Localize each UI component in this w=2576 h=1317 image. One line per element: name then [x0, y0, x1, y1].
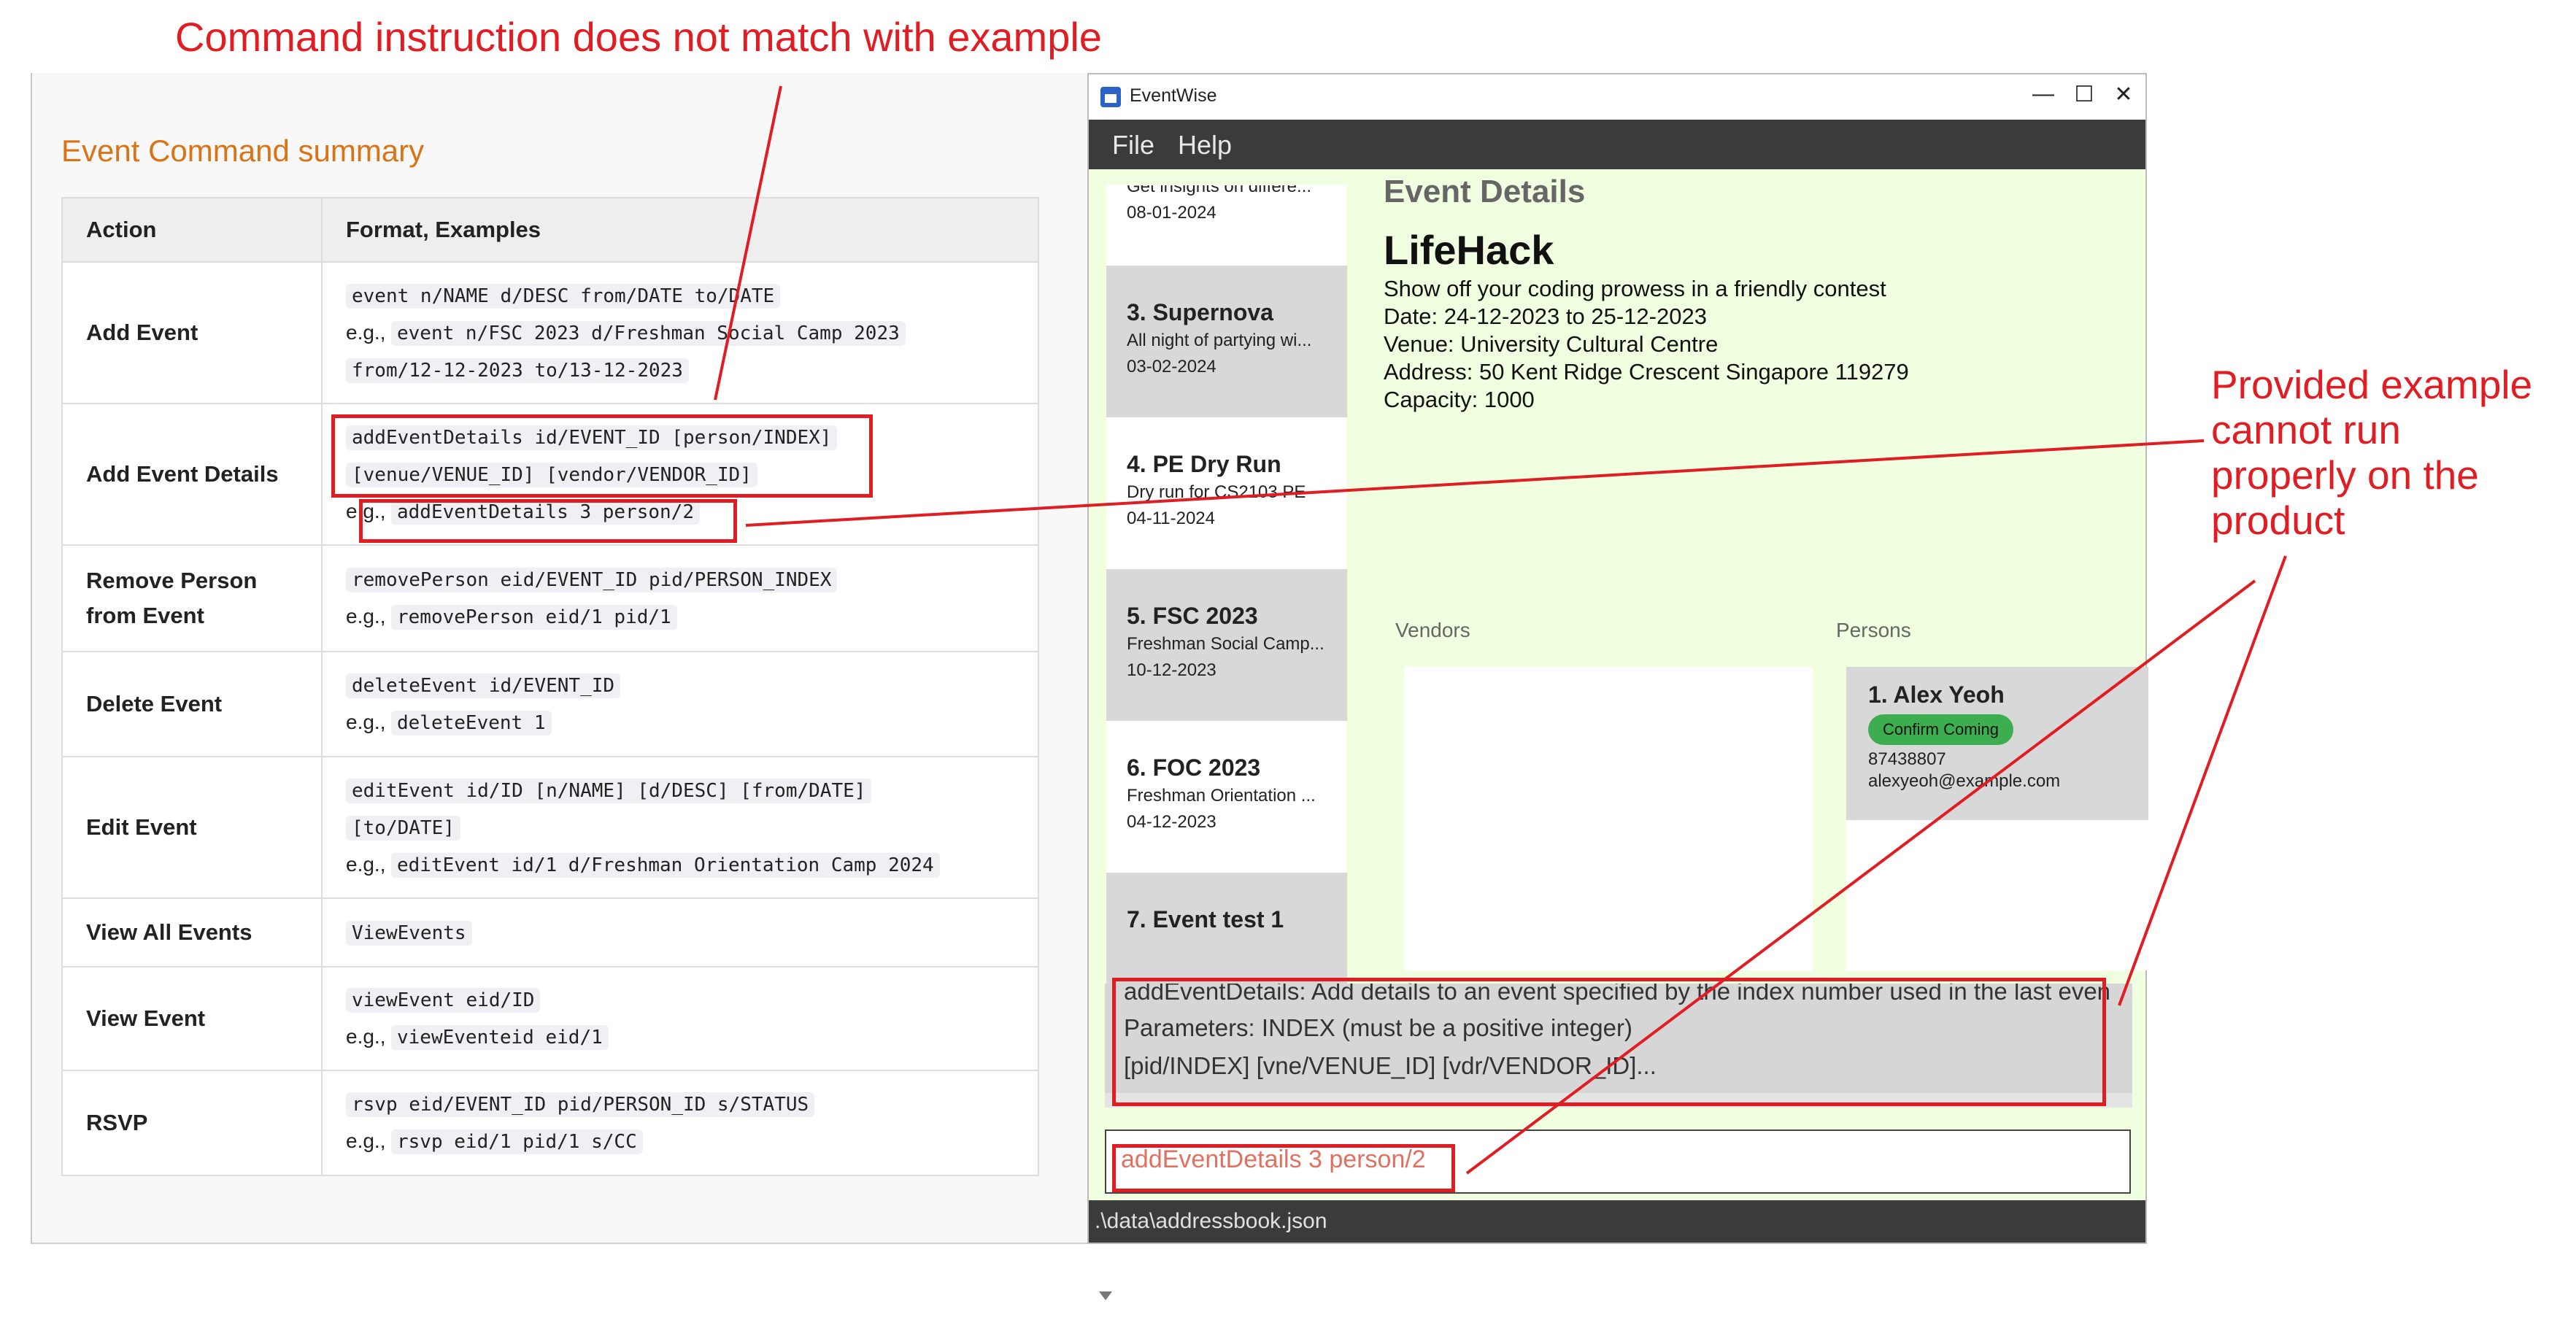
- annotation-arrows: [714, 85, 2287, 1175]
- arrow-line: [745, 439, 2205, 527]
- arrow-line: [714, 85, 782, 401]
- arrow-line: [1465, 579, 2256, 1175]
- arrow-line: [2118, 555, 2287, 1006]
- scroll-down-arrow-icon[interactable]: [1099, 1291, 1112, 1300]
